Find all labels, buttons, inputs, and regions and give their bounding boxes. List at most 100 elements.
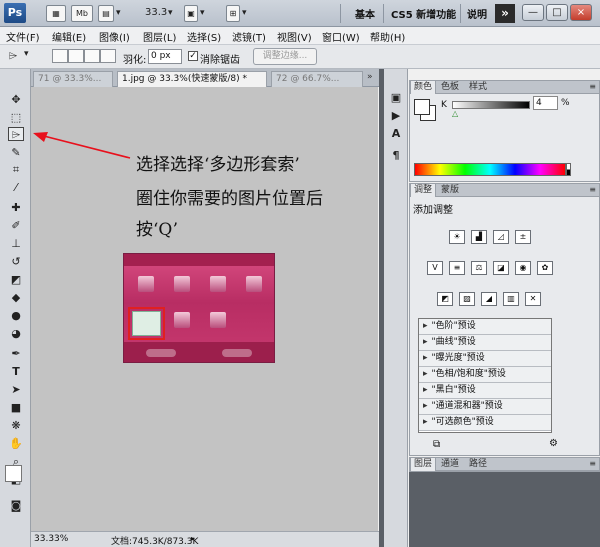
color-spectrum[interactable] [414, 163, 566, 176]
panel-menu-icon[interactable]: ≡ [589, 185, 596, 194]
status-arrow-icon[interactable]: ▸ [191, 534, 195, 543]
k-value-input[interactable]: 4 [533, 96, 558, 110]
paragraph-icon[interactable]: ¶ [389, 149, 403, 163]
clip-to-layer-icon[interactable]: ⧉ [433, 439, 440, 450]
preset-row[interactable]: ▸ "通道混和器"预设 [419, 399, 551, 415]
expand-arrow-icon: ▸ [423, 385, 428, 395]
adjustment-options-icon[interactable]: ⚙ [549, 438, 558, 449]
gradient-map-icon[interactable]: ▥ [503, 292, 519, 306]
preset-row[interactable]: ▸ "曲线"预设 [419, 335, 551, 351]
type-tool-icon[interactable]: T [8, 365, 24, 379]
expand-arrow-icon: ▸ [423, 417, 428, 427]
panel-background [409, 472, 600, 547]
preset-label: "可选颜色"预设 [431, 417, 494, 427]
threshold-icon[interactable]: ◢ [481, 292, 497, 306]
expand-arrow-icon: ▸ [423, 369, 428, 379]
brightness-contrast-icon[interactable]: ☀ [449, 230, 465, 244]
preset-row[interactable]: ▸ "可选颜色"预设 [419, 415, 551, 431]
black-white-ramp[interactable] [566, 163, 571, 176]
tab-swatches[interactable]: 色板 [438, 81, 462, 94]
invert-icon[interactable]: ◩ [437, 292, 453, 306]
divider [383, 4, 384, 23]
tab-color[interactable]: 颜色 [410, 81, 437, 94]
status-doc-size: 文档:745.3K/873.3K [111, 537, 199, 547]
thumbnail-tile [174, 312, 190, 328]
preset-label: "色相/饱和度"预设 [431, 369, 506, 379]
blur-tool-icon[interactable]: ● [8, 309, 24, 323]
minimize-button[interactable]: — [522, 4, 544, 21]
photo-filter-icon[interactable]: ◉ [515, 261, 531, 275]
path-select-tool-icon[interactable]: ➤ [8, 383, 24, 397]
tab-masks[interactable]: 蒙版 [438, 184, 462, 197]
pen-tool-icon[interactable]: ✒ [8, 347, 24, 361]
tab-paths[interactable]: 路径 [466, 458, 490, 471]
panel-menu-icon[interactable]: ≡ [589, 459, 596, 468]
selective-color-icon[interactable]: ✕ [525, 292, 541, 306]
k-slider[interactable] [452, 101, 530, 109]
thumbnail-button [222, 349, 252, 357]
k-channel-label: K [441, 100, 447, 110]
levels-icon[interactable]: ▟ [471, 230, 487, 244]
tab-styles[interactable]: 样式 [466, 81, 490, 94]
color-panel: 颜色 色板 样式 ≡ K △ 4 % [409, 80, 600, 182]
actions-icon[interactable]: ▶ [389, 109, 403, 123]
maximize-button[interactable]: □ [546, 4, 568, 21]
expand-arrow-icon: ▸ [423, 401, 428, 411]
expand-arrow-icon: ▸ [423, 337, 428, 347]
hand-tool-icon[interactable]: ✋ [8, 437, 24, 451]
preset-label: "曲线"预设 [431, 337, 476, 347]
preset-label: "曝光度"预设 [431, 353, 485, 363]
posterize-icon[interactable]: ▨ [459, 292, 475, 306]
preset-label: "通道混和器"预设 [431, 401, 503, 411]
preset-row[interactable]: ▸ "黑白"预设 [419, 383, 551, 399]
expand-arrow-icon: ▸ [423, 353, 428, 363]
tab-channels[interactable]: 通道 [438, 458, 462, 471]
exposure-icon[interactable]: ± [515, 230, 531, 244]
channel-mixer-icon[interactable]: ✿ [537, 261, 553, 275]
status-zoom[interactable]: 33.33% [34, 534, 68, 544]
tab-adjustments[interactable]: 调整 [410, 184, 437, 197]
workspace-cs5-new[interactable]: CS5 新增功能 [391, 6, 456, 21]
adjustments-panel-tabs: 调整 蒙版 ≡ [410, 184, 599, 197]
expand-arrow-icon: ▸ [423, 321, 428, 331]
foreground-color-swatch[interactable] [5, 465, 22, 482]
workspace-help[interactable]: 说明 [467, 6, 487, 21]
k-unit-label: % [561, 98, 570, 108]
adjustments-panel: 调整 蒙版 ≡ 添加调整 ☀ ▟ ◿ ± V ≡ ⚖ ◪ ◉ ✿ ◩ ▨ ◢ ▥… [409, 183, 600, 456]
annotation-arrow-icon [33, 132, 131, 159]
layers-panel: 图层 通道 路径 ≡ [409, 457, 600, 472]
preset-row[interactable]: ▸ "色阶"预设 [419, 319, 551, 335]
k-slider-thumb-icon[interactable]: △ [452, 109, 458, 118]
character-icon[interactable]: A [389, 127, 403, 141]
divider [460, 4, 461, 23]
collapsed-panel-strip: ▣ ▶ A ¶ [384, 69, 408, 547]
tab-layers[interactable]: 图层 [410, 458, 437, 471]
panel-menu-icon[interactable]: ≡ [589, 82, 596, 91]
preset-row[interactable]: ▸ "色相/饱和度"预设 [419, 367, 551, 383]
more-workspaces-button[interactable]: » [495, 4, 515, 23]
selection-highlight [128, 307, 165, 340]
dodge-tool-icon[interactable]: ◕ [8, 327, 24, 341]
vibrance-icon[interactable]: V [427, 261, 443, 275]
hue-saturation-icon[interactable]: ≡ [449, 261, 465, 275]
color-panel-tabs: 颜色 色板 样式 ≡ [410, 81, 599, 94]
preset-row[interactable]: ▸ "曝光度"预设 [419, 351, 551, 367]
canvas-area[interactable]: 选择选择‘多边形套索’ 圈住你需要的图片位置后 按‘Q’ [31, 87, 378, 531]
shape-tool-icon[interactable]: ■ [8, 401, 24, 415]
selected-icon-tile [132, 311, 161, 336]
preset-label: "黑白"预设 [431, 385, 476, 395]
curves-icon[interactable]: ◿ [493, 230, 509, 244]
preset-label: "色阶"预设 [431, 321, 476, 331]
color-balance-icon[interactable]: ⚖ [471, 261, 487, 275]
black-white-icon[interactable]: ◪ [493, 261, 509, 275]
thumbnail-tile [210, 312, 226, 328]
status-bar: 33.33% 文档:745.3K/873.3K ▸ [31, 531, 379, 547]
close-button[interactable]: × [570, 4, 592, 21]
3d-rotate-tool-icon[interactable]: ❋ [8, 419, 24, 433]
foreground-swatch[interactable] [414, 99, 430, 115]
quick-mask-icon[interactable]: ◙ [8, 499, 24, 513]
history-icon[interactable]: ▣ [389, 91, 403, 105]
add-adjustment-title: 添加调整 [413, 205, 453, 216]
thumbnail-button [146, 349, 176, 357]
thumbnail-footer [124, 342, 274, 362]
